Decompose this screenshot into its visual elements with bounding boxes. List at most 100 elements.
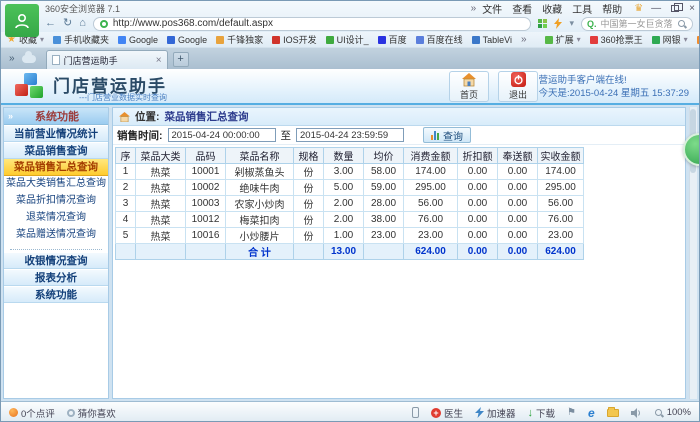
exit-button[interactable]: 退出 (498, 71, 538, 102)
bookmark-item[interactable]: UI设计_ (326, 33, 369, 46)
bookmarks-overflow-icon[interactable]: » (521, 34, 527, 45)
home-icon[interactable]: ⌂ (79, 18, 86, 29)
speed-bolt-icon[interactable] (554, 18, 562, 29)
collapse-icon[interactable]: » (4, 111, 16, 121)
sidebar-item[interactable]: 退菜情况查询 (4, 210, 108, 227)
back-icon[interactable]: ← (45, 18, 56, 29)
date-from-input[interactable] (168, 128, 276, 142)
date-to-input[interactable] (296, 128, 404, 142)
table-cell: 295.00 (404, 180, 458, 196)
date-line: 今天是:2015-04-24 星期五 15:37:29 (539, 87, 690, 100)
download-button[interactable]: ↓ 下载 (528, 406, 556, 420)
browser-menu: 文件查看收藏工具帮助 (482, 1, 622, 16)
bookmark-item[interactable]: IOS开发 (272, 33, 317, 46)
table-header-cell: 规格 (294, 148, 324, 164)
close-icon[interactable]: × (689, 5, 695, 13)
menu-overflow-icon[interactable]: » (471, 3, 477, 14)
url-bar[interactable]: http://www.pos368.com/default.aspx (93, 17, 532, 31)
ie-mode-button[interactable]: e (588, 406, 595, 420)
to-label: 至 (281, 128, 292, 143)
bookmark-item[interactable]: 手机收藏夹 (53, 33, 109, 46)
app-logo-icon (15, 73, 45, 101)
downloads-folder-button[interactable] (607, 409, 619, 417)
query-button[interactable]: 查询 (423, 127, 471, 143)
sidebar-item[interactable]: 菜品赠送情况查询 (4, 227, 108, 244)
download-arrow-icon: ↓ (528, 407, 534, 419)
tab-list-icon[interactable]: » (9, 53, 15, 64)
apps-grid-icon[interactable] (538, 19, 547, 28)
sidebar-item[interactable]: 报表分析 (4, 269, 108, 286)
table-cell: 热菜 (136, 164, 186, 180)
main-content: 位置: 菜品销售汇总查询 销售时间: 至 查询 序菜品大类品码菜品名称规格数量均… (112, 107, 686, 399)
sidebar-header-label[interactable]: 系统功能 (16, 108, 108, 124)
sidebar-item[interactable]: 菜品大类销售汇总查询 (4, 176, 108, 193)
menu-item[interactable]: 文件 (482, 1, 502, 16)
search-icon[interactable] (677, 19, 687, 29)
webapp: 门店营运助手 ---门店营业数据实时查询 首页 退出 (1, 69, 699, 401)
toolbar-extension[interactable]: 网银▾ (652, 33, 688, 46)
download-label: 下载 (536, 406, 555, 420)
table-cell: 23.00 (404, 228, 458, 244)
bookmark-item[interactable]: 百度 (378, 33, 407, 46)
zoom-control[interactable]: 100% (654, 407, 691, 418)
user-avatar[interactable] (5, 4, 39, 37)
chevron-down-icon[interactable]: ▾ (569, 18, 574, 29)
toolbar-extension[interactable]: 扩展▾ (545, 33, 581, 46)
flag-icon: ⚑ (567, 407, 576, 418)
sidebar-item[interactable]: 菜品销售汇总查询 (4, 159, 108, 176)
mobile-button[interactable] (412, 407, 419, 418)
new-tab-button[interactable]: + (173, 52, 189, 67)
doctor-button[interactable]: + 医生 (431, 406, 463, 420)
menu-item[interactable]: 收藏 (542, 1, 562, 16)
bookmark-item[interactable]: Google (167, 33, 207, 46)
menu-item[interactable]: 查看 (512, 1, 532, 16)
location-home-icon (119, 112, 130, 122)
vip-crown-icon[interactable]: ♛ (634, 3, 643, 14)
person-icon (12, 11, 32, 31)
minimize-icon[interactable]: — (651, 5, 661, 13)
browser-chrome: 360安全浏览器 7.1 » 文件查看收藏工具帮助 ♛ — × ← ↻ ⌂ ht… (1, 1, 699, 32)
table-cell: 份 (294, 164, 324, 180)
bookmark-item[interactable]: 千锋独家 (216, 33, 263, 46)
refresh-icon[interactable]: ↻ (63, 18, 72, 29)
bookmark-item-icon (167, 36, 175, 44)
navigation-bar: ← ↻ ⌂ http://www.pos368.com/default.aspx… (1, 15, 699, 32)
cloud-sync-icon[interactable] (22, 55, 36, 63)
search-box[interactable]: Q. 中国第一女巨贪落网 (581, 17, 693, 31)
booster-button[interactable]: 加速器 (475, 406, 516, 420)
restore-icon[interactable] (671, 5, 679, 12)
page-icon (52, 55, 60, 65)
flag-button[interactable]: ⚑ (567, 407, 576, 418)
guess-you-like-button[interactable]: 猜你喜欢 (67, 406, 116, 420)
search-input[interactable]: 中国第一女巨贪落网 (601, 17, 673, 30)
window-controls: — × (651, 5, 695, 13)
mute-button[interactable] (631, 408, 642, 418)
table-total-cell: 0.00 (458, 244, 498, 260)
sidebar-item[interactable]: 当前营业情况统计 (4, 125, 108, 142)
table-total-cell: 0.00 (498, 244, 538, 260)
table-header-cell: 菜品大类 (136, 148, 186, 164)
bookmark-item[interactable]: Google (118, 33, 158, 46)
sidebar-item[interactable]: 收银情况查询 (4, 252, 108, 269)
app-header: 门店营运助手 ---门店营业数据实时查询 首页 退出 (1, 69, 699, 105)
table-cell: 56.00 (538, 196, 584, 212)
tab-active[interactable]: 门店营运助手 × (46, 50, 168, 69)
toolbar-extension-label: 扩展 (556, 33, 574, 46)
menu-item[interactable]: 帮助 (602, 1, 622, 16)
table-cell: 5.00 (324, 180, 364, 196)
site-reviews-button[interactable]: 0个点评 (9, 406, 55, 420)
sidebar-item[interactable]: 菜品销售查询 (4, 142, 108, 159)
sidebar-item[interactable]: 系统功能 (4, 286, 108, 303)
home-button[interactable]: 首页 (449, 71, 489, 102)
tab-close-icon[interactable]: × (156, 55, 162, 66)
bookmark-item[interactable]: 百度在线 (416, 33, 463, 46)
bookmark-item[interactable]: TableVi (472, 33, 512, 46)
menu-item[interactable]: 工具 (572, 1, 592, 16)
table-cell: 2.00 (324, 196, 364, 212)
sidebar-item[interactable]: 菜品折扣情况查询 (4, 193, 108, 210)
filter-label: 销售时间: (117, 128, 163, 143)
table-total-row: 合 计13.00624.000.000.00624.00 (116, 244, 584, 260)
toolbar-extension[interactable]: 360抢票王 (590, 33, 643, 46)
table-header-cell: 折扣额 (458, 148, 498, 164)
bookmark-item-label: 千锋独家 (227, 33, 263, 46)
